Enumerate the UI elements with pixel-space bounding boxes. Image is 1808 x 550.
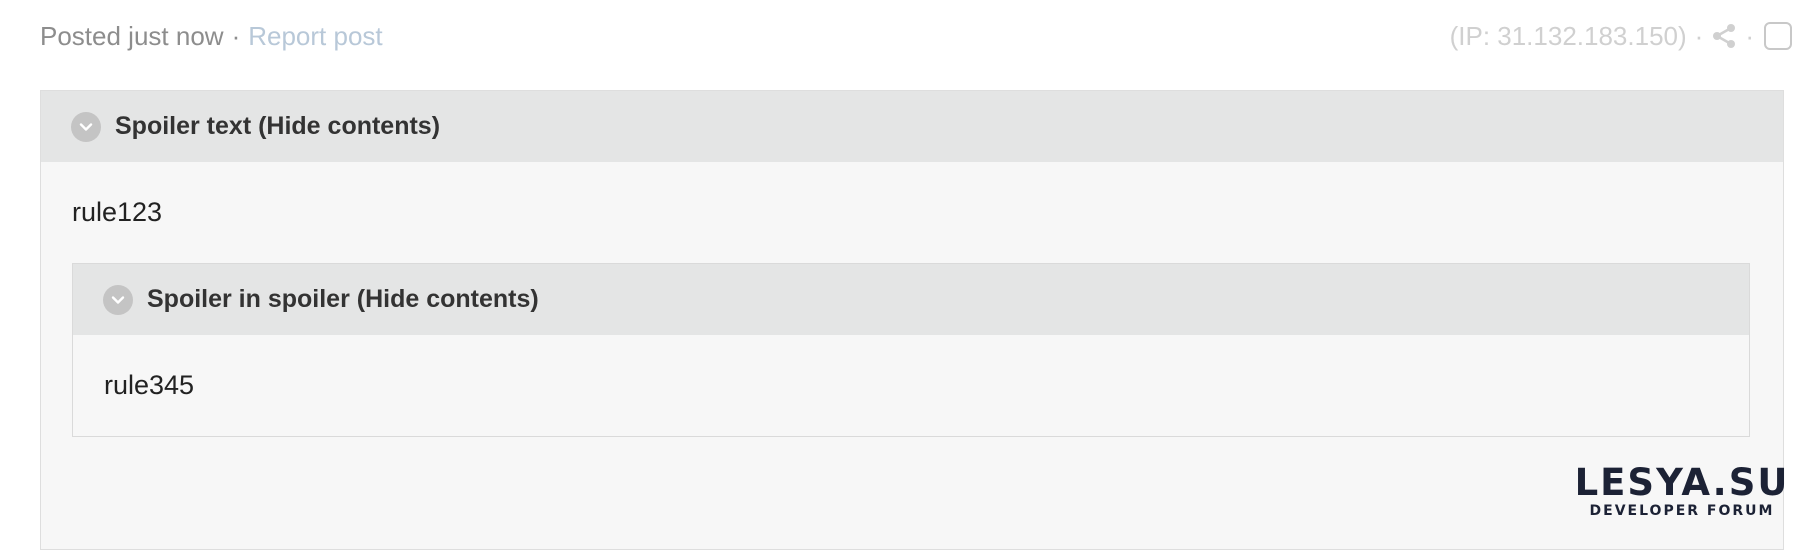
nested-spoiler-title: Spoiler in spoiler (Hide contents) (147, 285, 539, 313)
report-post-link[interactable]: Report post (248, 21, 382, 52)
spoiler-content-text: rule123 (72, 197, 163, 227)
nested-spoiler-toggle-header[interactable]: Spoiler in spoiler (Hide contents) (73, 264, 1749, 335)
watermark-brand: LESYA.SU (1574, 461, 1790, 504)
site-watermark-logo: LESYA.SU DEVELOPER FORUM (1564, 464, 1800, 526)
chevron-down-circle-icon[interactable] (103, 284, 133, 315)
post-meta-left: Posted just now · Report post (40, 21, 383, 52)
post-meta-bar: Posted just now · Report post (IP: 31.13… (40, 18, 1792, 54)
select-post-checkbox[interactable] (1764, 22, 1792, 50)
watermark-tagline: DEVELOPER FORUM (1589, 503, 1775, 519)
chevron-down-circle-icon[interactable] (71, 111, 101, 142)
share-icon[interactable] (1711, 23, 1737, 49)
nested-spoiler-content-text: rule345 (104, 370, 195, 400)
meta-dot: · (1745, 20, 1754, 51)
meta-separator: · (231, 20, 241, 51)
post-meta-right: (IP: 31.132.183.150) · · (1450, 21, 1792, 52)
posted-time: Posted just now (40, 20, 224, 51)
spoiler-title: Spoiler text (Hide contents) (115, 112, 441, 140)
spoiler-toggle-header[interactable]: Spoiler text (Hide contents) (41, 91, 1783, 162)
spoiler-block: Spoiler text (Hide contents) rule123 Spo… (40, 90, 1784, 550)
ip-address: (IP: 31.132.183.150) (1449, 20, 1687, 51)
nested-spoiler-block: Spoiler in spoiler (Hide contents) rule3… (72, 263, 1750, 437)
meta-dot: · (1694, 20, 1704, 51)
